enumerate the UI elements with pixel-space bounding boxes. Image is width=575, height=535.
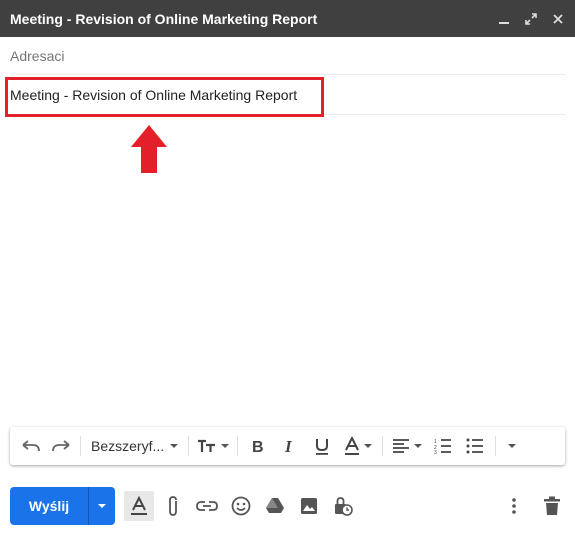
font-family-label: Bezszeryf... [91, 438, 165, 454]
toolbar-divider [80, 436, 81, 456]
compose-titlebar: Meeting - Revision of Online Marketing R… [0, 0, 575, 37]
emoji-icon[interactable] [226, 491, 256, 521]
formatting-options-icon[interactable] [124, 491, 154, 521]
text-color-icon[interactable] [338, 432, 378, 460]
more-formatting-icon[interactable] [500, 432, 524, 460]
underline-icon[interactable] [306, 432, 338, 460]
recipients-placeholder: Adresaci [10, 48, 65, 64]
more-options-icon[interactable] [499, 491, 529, 521]
bulleted-list-icon[interactable] [459, 432, 491, 460]
photo-icon[interactable] [294, 491, 324, 521]
font-size-icon[interactable] [193, 432, 233, 460]
drive-icon[interactable] [260, 491, 290, 521]
minimize-icon[interactable] [497, 12, 511, 26]
send-button[interactable]: Wyślij [10, 487, 88, 525]
link-icon[interactable] [192, 491, 222, 521]
svg-text:3: 3 [434, 450, 437, 454]
align-icon[interactable] [387, 432, 427, 460]
recipients-field[interactable]: Adresaci [10, 38, 566, 75]
compose-right-actions [499, 491, 567, 521]
toolbar-divider [237, 436, 239, 456]
expand-icon[interactable] [524, 12, 538, 26]
svg-text:B: B [252, 439, 264, 454]
bold-icon[interactable]: B [242, 432, 274, 460]
numbered-list-icon[interactable]: 123 [427, 432, 459, 460]
close-icon[interactable] [551, 12, 565, 26]
toolbar-divider [382, 436, 384, 456]
undo-icon[interactable] [16, 432, 46, 460]
italic-icon[interactable]: I [274, 432, 306, 460]
send-options-button[interactable] [88, 487, 115, 525]
formatting-toolbar: Bezszeryf... B I 123 [10, 427, 565, 465]
subject-highlight-box [5, 77, 324, 117]
font-family-select[interactable]: Bezszeryf... [85, 432, 184, 460]
redo-icon[interactable] [46, 432, 76, 460]
attach-icon[interactable] [158, 491, 188, 521]
compose-title: Meeting - Revision of Online Marketing R… [10, 10, 318, 27]
chevron-down-icon [98, 504, 106, 508]
compose-actions [124, 491, 358, 521]
chevron-down-icon [170, 444, 179, 448]
toolbar-divider [495, 436, 497, 456]
confidential-mode-icon[interactable] [328, 491, 358, 521]
discard-icon[interactable] [537, 491, 567, 521]
toolbar-divider [188, 436, 190, 456]
arrow-up-icon [131, 125, 167, 173]
send-group: Wyślij [10, 487, 115, 525]
svg-text:I: I [284, 438, 293, 454]
